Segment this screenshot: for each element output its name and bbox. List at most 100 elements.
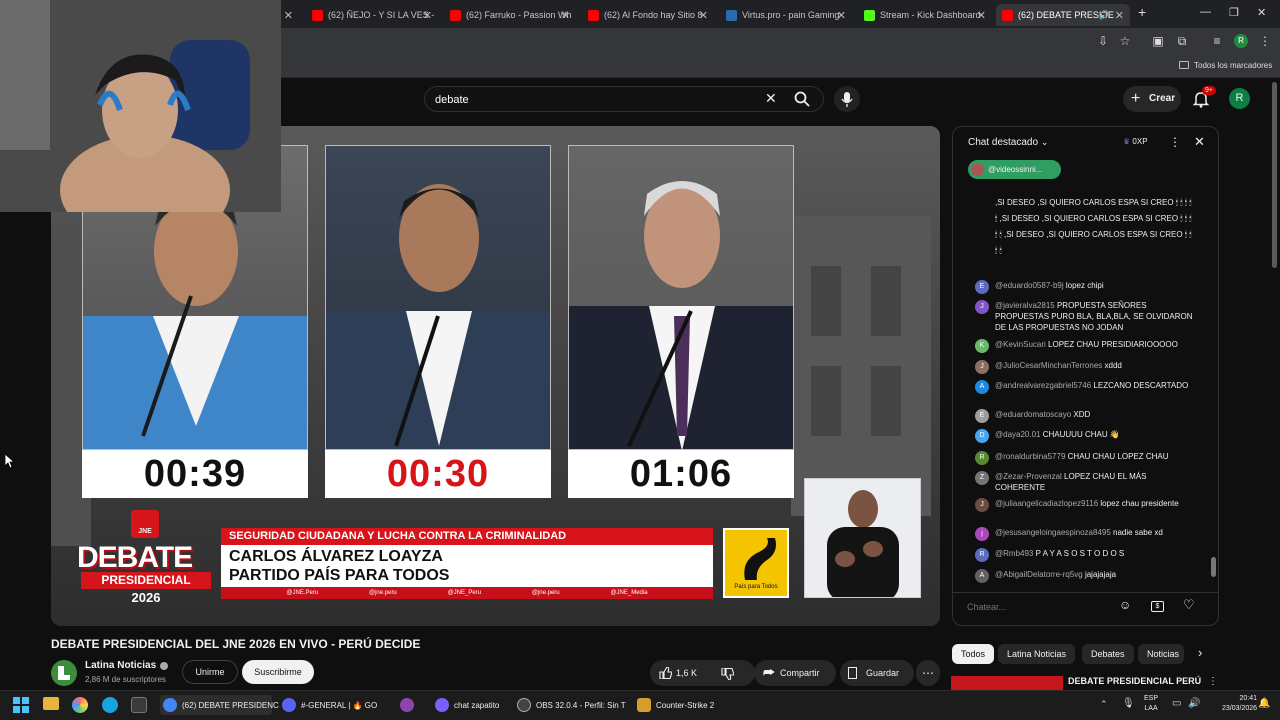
windows-start-icon[interactable] (13, 697, 29, 713)
channel-avatar[interactable] (51, 660, 77, 686)
crown-icon: ♛ (1123, 137, 1131, 146)
chat-author[interactable]: @Zezar-Provenzal (995, 472, 1062, 481)
chevron-right-icon[interactable]: › (1198, 645, 1202, 660)
save-button[interactable]: Guardar (840, 660, 914, 686)
profile-avatar[interactable]: R (1234, 34, 1248, 48)
voice-search-button[interactable] (834, 86, 860, 112)
chat-author[interactable]: @juliaangelicadiazlopez9116 (995, 499, 1098, 508)
install-icon[interactable]: ⇩ (1096, 34, 1110, 48)
close-icon[interactable]: ✕ (977, 9, 986, 22)
copilot-icon[interactable] (72, 697, 88, 713)
browser-tab-4[interactable]: Virtus.pro - pain Gaming ✕ (720, 4, 852, 26)
emoji-icon[interactable]: ☺ (1119, 598, 1131, 612)
search-input[interactable] (435, 91, 755, 109)
tab-close-icon[interactable]: ✕ (281, 4, 295, 26)
chat-author[interactable]: @eduardomatoscayo (995, 410, 1071, 419)
clock[interactable]: 20:41 23/03/2026 (1222, 694, 1257, 714)
browser-tab-active[interactable]: (62) DEBATE PRESIDE 🔊 ✕ (996, 4, 1130, 26)
notification-center-icon[interactable]: 🔔 (1258, 698, 1270, 709)
close-icon[interactable]: ✕ (837, 9, 846, 22)
share-button[interactable]: ⮫ Compartir (754, 660, 836, 686)
notifications-button[interactable]: 9+ (1192, 86, 1216, 108)
chat-text: xddd (1104, 361, 1122, 370)
chat-mode-selector[interactable]: Chat destacado ⌄ (968, 137, 1048, 148)
chat-author[interactable]: @daya20.01 (995, 430, 1041, 439)
all-bookmarks-link[interactable]: Todos los marcadores (1194, 61, 1272, 70)
browser-tab-3[interactable]: (62) Al Fondo hay Sitio 8 ✕ (582, 4, 714, 26)
close-icon[interactable]: ✕ (423, 9, 432, 22)
page-scrollbar-thumb[interactable] (1272, 82, 1277, 268)
subscribe-button[interactable]: Suscribirme (242, 660, 314, 684)
chip-debates[interactable]: Debates (1082, 644, 1134, 664)
chat-input[interactable] (967, 599, 1117, 615)
store-icon[interactable] (131, 697, 147, 713)
candidate-3-figure (569, 181, 793, 449)
tray-chevron-icon[interactable]: ⌃ (1100, 699, 1108, 710)
chat-author[interactable]: @andrealvarezgabriel5746 (995, 381, 1091, 390)
window-close-icon[interactable]: ✕ (1257, 6, 1266, 19)
taskbar-app-label: #-GENERAL | 🔥 GO (301, 700, 378, 710)
dislike-icon[interactable] (721, 668, 734, 680)
media-icon[interactable]: ≡ (1210, 34, 1224, 48)
channel-name[interactable]: Latina Noticias (85, 660, 156, 671)
tray-mic-icon[interactable]: 🎙 (1122, 698, 1135, 709)
close-icon[interactable]: ✕ (561, 9, 570, 22)
restore-icon[interactable]: ❐ (1229, 6, 1239, 19)
puzzle-icon[interactable]: ⧉ (1175, 34, 1189, 48)
super-chat-icon[interactable]: $ (1151, 601, 1164, 612)
chip-all[interactable]: Todos (952, 644, 995, 664)
points-badge[interactable]: ♛ 0XP (1123, 137, 1148, 146)
close-icon[interactable]: ✕ (699, 9, 708, 22)
chat-author[interactable]: @Rmb493 (995, 549, 1033, 558)
chat-author[interactable]: @ronaldurbina5779 (995, 452, 1065, 461)
taskbar-app-chrome[interactable]: (62) DEBATE PRESIDENC (160, 695, 279, 715)
taskbar-app-chat[interactable]: chat zapatito (435, 695, 515, 715)
related-menu-icon[interactable]: ⋮ (1208, 676, 1218, 687)
taskbar-app-obs[interactable]: OBS 32.0.4 - Perfil: Sin T (517, 695, 629, 715)
browser-tab-2[interactable]: (62) Farruko - Passion Wh ✕ (444, 4, 576, 26)
browser-tab-1[interactable]: (62) ÑEJO - Y SI LA VES - ✕ (306, 4, 438, 26)
search-icon[interactable] (794, 91, 810, 107)
search-box[interactable]: ✕ (424, 86, 824, 112)
chat-author[interactable]: @AbigailDelatorre-rq5vg (995, 570, 1083, 579)
chat-menu-icon[interactable]: ⋮ (1169, 135, 1181, 149)
account-avatar[interactable]: R (1229, 88, 1250, 109)
edge-icon[interactable] (102, 697, 118, 713)
create-button[interactable]: + Crear (1123, 86, 1181, 112)
join-button[interactable]: Unirme (182, 660, 238, 684)
language-indicator[interactable]: ESP LAA (1144, 694, 1158, 714)
chip-news[interactable]: Noticias (1138, 644, 1184, 664)
new-tab-icon[interactable]: + (1138, 4, 1146, 20)
star-icon[interactable]: ☆ (1118, 34, 1132, 48)
chat-app-icon (435, 698, 449, 712)
chat-author[interactable]: @eduardo0587-b9j (995, 281, 1064, 290)
chat-author[interactable]: @KevinSucari (995, 340, 1046, 349)
chat-author[interactable]: @jesusangeloingaespinoza8495 (995, 528, 1111, 537)
like-icon[interactable] (659, 667, 672, 679)
chat-scrollbar-thumb[interactable] (1211, 557, 1216, 577)
pinned-user-chip[interactable]: @videossinni... (968, 160, 1061, 179)
chip-channel[interactable]: Latina Noticias (998, 644, 1076, 664)
network-icon[interactable]: ▭ (1172, 698, 1181, 709)
extension-icon[interactable]: ▣ (1151, 34, 1165, 48)
related-video-thumbnail[interactable] (951, 676, 1063, 690)
chat-author[interactable]: @javieralva2815 (995, 301, 1055, 310)
heart-icon[interactable]: ♡ (1183, 597, 1195, 613)
speaker-icon[interactable]: 🔊 (1099, 10, 1110, 21)
related-video-title[interactable]: DEBATE PRESIDENCIAL PERÚ (1068, 676, 1201, 686)
more-actions-icon[interactable]: ⋯ (916, 660, 940, 686)
browser-tab-5[interactable]: Stream - Kick Dashboard ✕ (858, 4, 992, 26)
taskbar-app-cs2[interactable]: Counter-Strike 2 (637, 695, 727, 715)
close-icon[interactable]: ✕ (1115, 9, 1124, 22)
volume-icon[interactable]: 🔊 (1188, 698, 1200, 709)
file-explorer-icon[interactable] (43, 697, 59, 710)
clear-search-icon[interactable]: ✕ (765, 90, 777, 107)
minimize-icon[interactable]: — (1200, 6, 1211, 18)
like-count[interactable]: 1,6 K (676, 668, 697, 678)
chat-close-icon[interactable]: ✕ (1194, 134, 1205, 150)
taskbar-app-extra[interactable] (400, 695, 420, 715)
chat-scrollbar[interactable] (1211, 187, 1216, 587)
taskbar-app-discord[interactable]: #-GENERAL | 🔥 GO (282, 695, 392, 715)
menu-kebab-icon[interactable]: ⋮ (1258, 34, 1272, 48)
chat-author[interactable]: @JulioCesarMinchanTerrones (995, 361, 1102, 370)
